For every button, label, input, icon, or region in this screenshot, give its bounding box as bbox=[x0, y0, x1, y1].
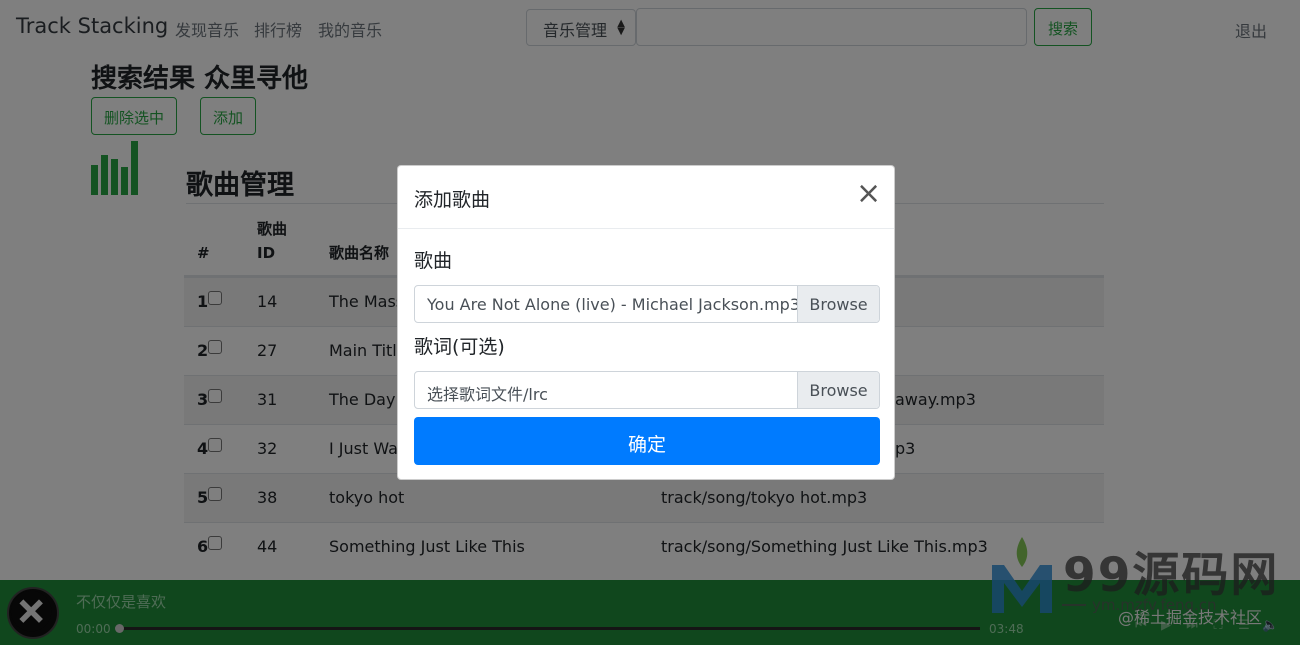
lyrics-browse-button[interactable]: Browse bbox=[797, 372, 879, 408]
modal-header: 添加歌曲 × bbox=[398, 166, 894, 229]
song-browse-button[interactable]: Browse bbox=[797, 286, 879, 322]
confirm-button[interactable]: 确定 bbox=[414, 417, 880, 465]
modal-title: 添加歌曲 bbox=[414, 189, 491, 211]
song-file-input[interactable]: You Are Not Alone (live) - Michael Jacks… bbox=[414, 285, 880, 323]
lyrics-file-placeholder: 选择歌词文件/lrc bbox=[427, 385, 548, 404]
close-icon[interactable]: × bbox=[856, 179, 881, 209]
lyrics-file-input[interactable]: 选择歌词文件/lrc Browse bbox=[414, 371, 880, 409]
lyrics-field-label: 歌词(可选) bbox=[414, 336, 505, 358]
song-field-label: 歌曲 bbox=[414, 250, 453, 272]
add-song-modal: 添加歌曲 × 歌曲 You Are Not Alone (live) - Mic… bbox=[397, 165, 895, 480]
song-file-name: You Are Not Alone (live) - Michael Jacks… bbox=[427, 295, 800, 314]
